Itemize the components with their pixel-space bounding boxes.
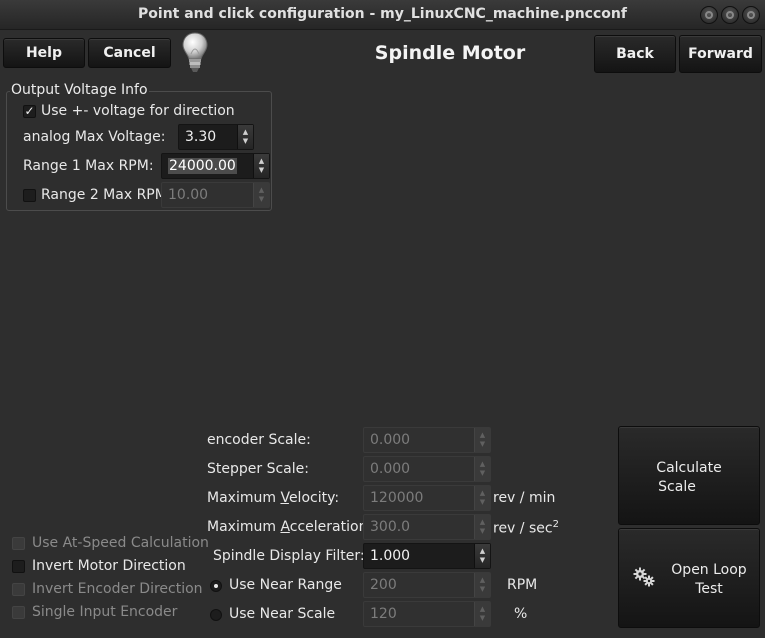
calculate-scale-button[interactable]: Calculate Scale [618,426,760,525]
display-filter-spinner[interactable]: 1.000 ▲ ▼ [363,543,491,569]
at-speed-checkbox[interactable] [12,537,25,550]
output-voltage-frame-label: Output Voltage Info [10,82,149,98]
range1-max-rpm-label: Range 1 Max RPM: [23,158,154,174]
open-loop-test-button[interactable]: Open Loop Test [618,528,760,628]
range1-max-rpm-value-wrap[interactable]: 24000.00 [162,158,253,174]
max-velocity-label: Maximum Velocity: [207,490,339,506]
gears-icon [633,567,655,587]
max-accel-unit: rev / sec2 [493,519,559,537]
max-velocity-label-key: V [280,490,289,506]
near-range-radio[interactable] [210,580,222,592]
use-voltage-direction-checkbox[interactable]: ✓ [23,105,36,118]
encoder-scale-label: encoder Scale: [207,432,311,448]
spin-arrows-icon[interactable]: ▲ ▼ [474,428,490,452]
near-range-unit: RPM [507,577,538,593]
stepper-scale-spinner[interactable]: 0.000 ▲ ▼ [363,456,491,482]
page-title: Spindle Motor [374,42,526,64]
invert-motor-label: Invert Motor Direction [32,558,186,574]
spin-arrows-icon[interactable]: ▲ ▼ [253,183,269,207]
maximize-window-icon[interactable] [721,6,739,24]
max-accel-unit-text: rev / sec [493,520,553,537]
spin-arrows-icon[interactable]: ▲ ▼ [474,544,490,568]
lightbulb-icon [182,32,208,72]
display-filter-value[interactable]: 1.000 [364,548,474,564]
encoder-scale-value[interactable]: 0.000 [364,432,474,448]
forward-button[interactable]: Forward [679,35,762,73]
analog-max-voltage-label: analog Max Voltage: [23,129,166,145]
max-accel-value[interactable]: 300.0 [364,519,474,535]
range1-max-rpm-value[interactable]: 24000.00 [168,158,237,174]
minimize-window-icon[interactable] [700,6,718,24]
max-velocity-label-post: elocity: [288,490,340,506]
title-bar: Point and click configuration - my_Linux… [0,0,765,30]
spin-arrows-icon[interactable]: ▲ ▼ [474,486,490,510]
near-range-value[interactable]: 200 [364,577,474,593]
encoder-scale-spinner[interactable]: 0.000 ▲ ▼ [363,427,491,453]
near-range-spinner[interactable]: 200 ▲ ▼ [363,572,491,598]
max-velocity-value[interactable]: 120000 [364,490,474,506]
use-voltage-direction-label: Use +- voltage for direction [41,103,235,119]
spin-arrows-icon[interactable]: ▲ ▼ [474,515,490,539]
max-accel-unit-sup: 2 [552,519,559,530]
spin-arrows-icon[interactable]: ▲ ▼ [474,457,490,481]
analog-max-voltage-value[interactable]: 3.30 [179,129,237,145]
spin-arrows-icon[interactable]: ▲ ▼ [474,573,490,597]
calculate-scale-line2: Scale [658,479,696,495]
range2-max-rpm-value[interactable]: 10.00 [162,187,253,203]
near-scale-value[interactable]: 120 [364,606,474,622]
max-velocity-spinner[interactable]: 120000 ▲ ▼ [363,485,491,511]
max-accel-label-post: cceleration: [289,519,373,535]
spin-arrows-icon[interactable]: ▲ ▼ [237,125,253,149]
max-velocity-unit: rev / min [493,490,556,506]
calculate-scale-line1: Calculate [656,460,722,476]
invert-encoder-checkbox[interactable] [12,583,25,596]
single-input-label: Single Input Encoder [32,604,178,620]
near-range-label: Use Near Range [229,577,342,593]
window-title: Point and click configuration - my_Linux… [138,6,627,22]
invert-encoder-label: Invert Encoder Direction [32,581,203,597]
open-loop-line2: Test [695,581,723,597]
spin-arrows-icon[interactable]: ▲ ▼ [253,154,269,178]
help-button[interactable]: Help [3,38,85,68]
near-scale-radio[interactable] [210,609,222,621]
range2-max-rpm-checkbox[interactable] [23,189,36,202]
near-scale-spinner[interactable]: 120 ▲ ▼ [363,601,491,627]
range1-max-rpm-spinner[interactable]: 24000.00 ▲ ▼ [161,153,270,179]
near-scale-unit: % [514,606,528,622]
at-speed-label: Use At-Speed Calculation [32,535,209,551]
max-accel-label-key: A [280,519,290,535]
max-accel-label: Maximum Acceleration: [207,519,372,535]
invert-motor-checkbox[interactable] [12,560,25,573]
cancel-button[interactable]: Cancel [88,38,171,68]
back-button[interactable]: Back [594,35,676,73]
max-velocity-label-pre: Maximum [207,490,281,506]
max-accel-spinner[interactable]: 300.0 ▲ ▼ [363,514,491,540]
open-loop-line1: Open Loop [671,562,747,578]
stepper-scale-label: Stepper Scale: [207,461,309,477]
single-input-checkbox[interactable] [12,606,25,619]
analog-max-voltage-spinner[interactable]: 3.30 ▲ ▼ [178,124,254,150]
range2-max-rpm-label: Range 2 Max RPM [41,187,167,203]
spin-arrows-icon[interactable]: ▲ ▼ [474,602,490,626]
close-window-icon[interactable] [742,6,760,24]
display-filter-label: Spindle Display Filter: [213,548,365,564]
near-scale-label: Use Near Scale [229,606,336,622]
range2-max-rpm-spinner[interactable]: 10.00 ▲ ▼ [161,182,270,208]
max-accel-label-pre: Maximum [207,519,281,535]
stepper-scale-value[interactable]: 0.000 [364,461,474,477]
